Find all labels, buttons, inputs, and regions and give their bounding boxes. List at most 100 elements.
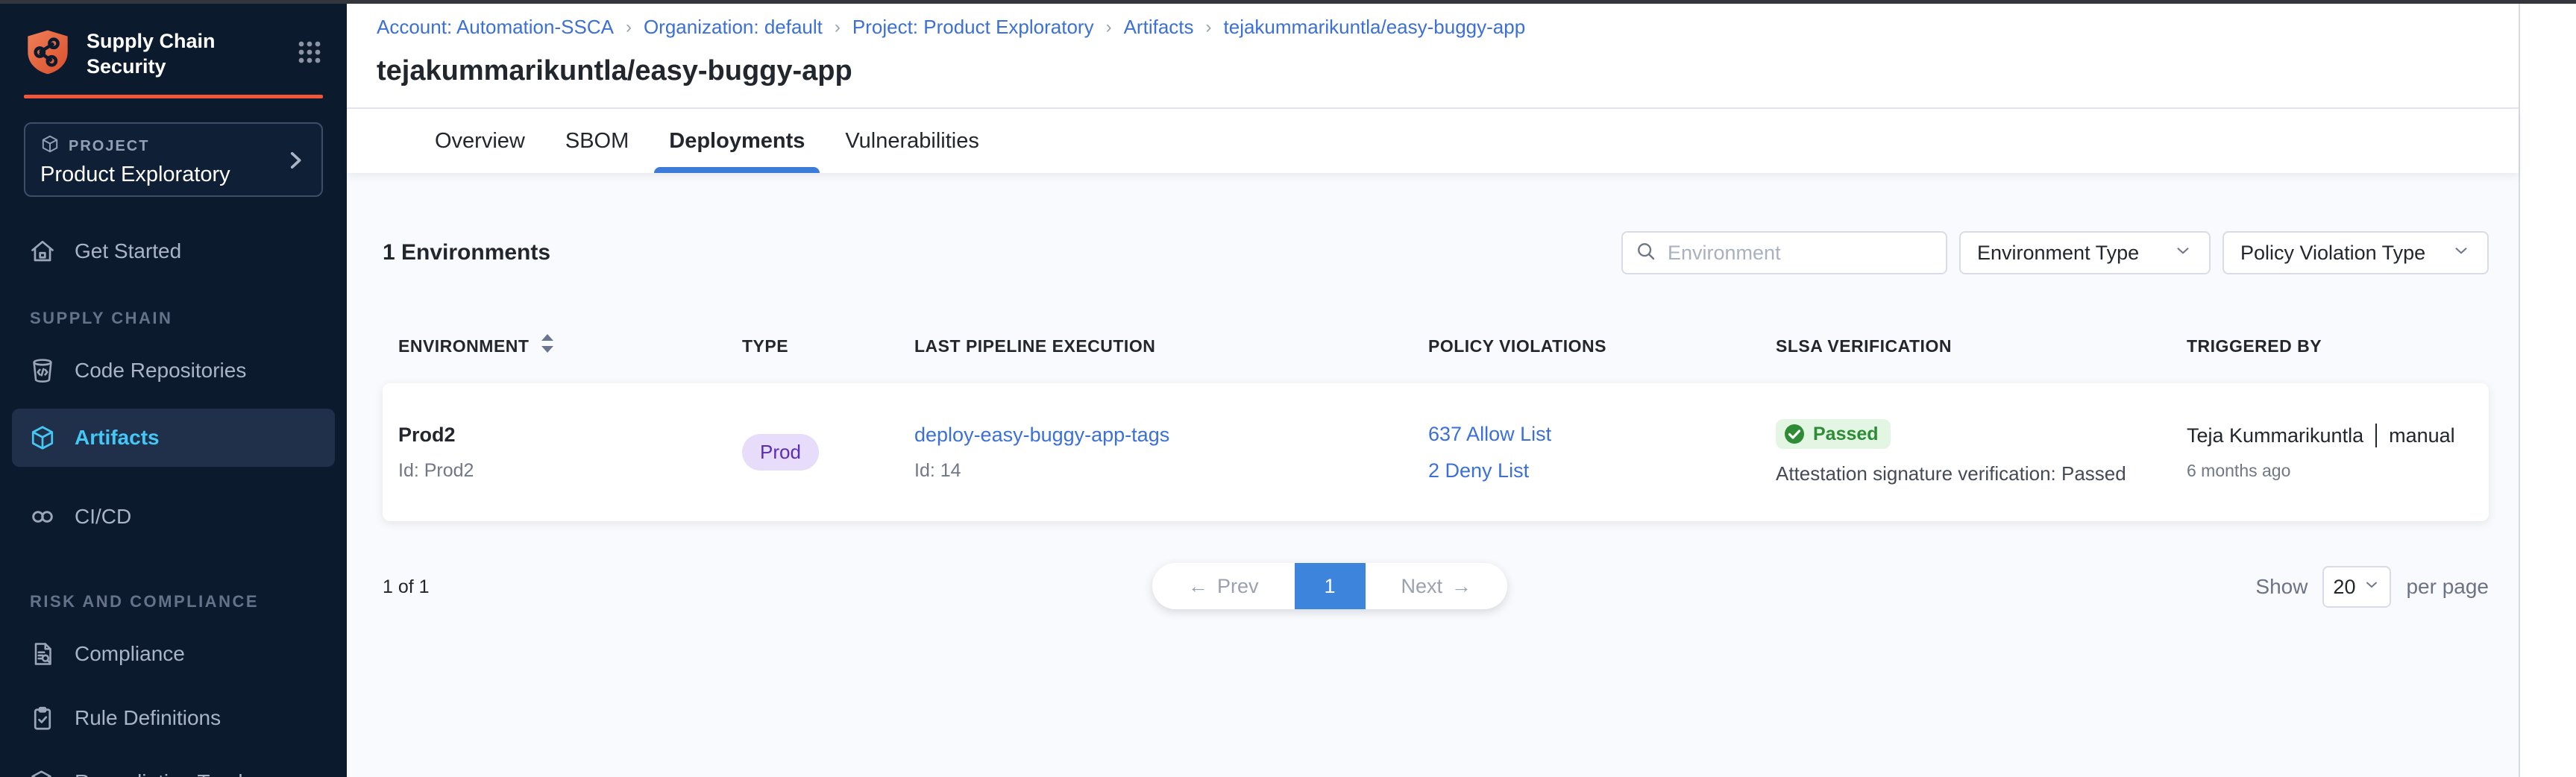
current-page-button[interactable]: 1	[1295, 563, 1366, 609]
chevron-down-icon	[2363, 576, 2381, 599]
app-root: Supply Chain Security PROJECT Product	[0, 4, 2576, 777]
show-label: Show	[2255, 575, 2308, 599]
breadcrumb-account[interactable]: Account: Automation-SSCA	[377, 16, 614, 39]
triggered-by-line: Teja Kummarikuntla manual	[2187, 424, 2489, 447]
type-cell: Prod	[742, 434, 914, 471]
project-cube-icon	[40, 134, 60, 158]
environment-name: Prod2	[398, 424, 742, 447]
right-side-strip	[2519, 4, 2576, 777]
environment-search-input[interactable]	[1668, 242, 1934, 265]
sidebar-item-get-started[interactable]: Get Started	[12, 228, 335, 274]
pipeline-cell: deploy-easy-buggy-app-tags Id: 14	[914, 424, 1428, 482]
sort-icon[interactable]	[539, 333, 556, 359]
deny-list-link[interactable]: 2 Deny List	[1428, 459, 1776, 482]
sidebar-item-label: Rule Definitions	[75, 706, 221, 730]
sidebar-section-risk-and-compliance: RISK AND COMPLIANCE	[30, 592, 335, 611]
sidebar-item-remediation-tracker[interactable]: Remediation Tracker	[12, 759, 335, 777]
trigger-type: manual	[2389, 424, 2455, 447]
environment-cell: Prod2 Id: Prod2	[398, 424, 742, 482]
toolbar: 1 Environments Environment Type	[383, 231, 2489, 274]
sidebar-item-rule-definitions[interactable]: Rule Definitions	[12, 695, 335, 741]
next-page-button[interactable]: Next →	[1366, 563, 1508, 609]
pagination-summary: 1 of 1	[383, 576, 430, 598]
sidebar-item-compliance[interactable]: Compliance	[12, 631, 335, 677]
prev-page-button[interactable]: ← Prev	[1152, 563, 1295, 609]
environment-id: Id: Prod2	[398, 460, 742, 482]
project-selector[interactable]: PROJECT Product Exploratory	[24, 122, 323, 197]
policy-violation-type-dropdown[interactable]: Policy Violation Type	[2222, 231, 2489, 274]
pagination-row: 1 of 1 ← Prev 1 Next → Show 20	[383, 563, 2489, 611]
app-switcher-grid-icon[interactable]	[296, 39, 323, 69]
infinity-icon	[28, 503, 57, 531]
slsa-status-label: Passed	[1813, 424, 1879, 445]
sidebar: Supply Chain Security PROJECT Product	[0, 4, 347, 777]
breadcrumb-artifacts[interactable]: Artifacts	[1124, 16, 1194, 39]
tab-deployments[interactable]: Deployments	[666, 109, 808, 173]
arrow-left-icon: ←	[1188, 575, 1208, 598]
breadcrumb-organization[interactable]: Organization: default	[644, 16, 823, 39]
breadcrumb: Account: Automation-SSCA › Organization:…	[377, 16, 2519, 39]
chevron-down-icon	[2451, 241, 2471, 265]
sidebar-item-cicd[interactable]: CI/CD	[12, 494, 335, 540]
check-circle-icon	[1783, 423, 1806, 445]
page-size-control: Show 20 per page	[2255, 566, 2489, 608]
toolbar-filters: Environment Type Policy Violation Type	[1621, 231, 2489, 274]
clipboard-check-icon	[28, 705, 57, 732]
sidebar-item-label: Remediation Tracker	[75, 770, 267, 777]
page-title: tejakummarikuntla/easy-buggy-app	[377, 55, 2519, 87]
sidebar-item-label: Compliance	[75, 642, 185, 666]
attestation-detail: Attestation signature verification: Pass…	[1776, 462, 2187, 485]
sidebar-item-label: Artifacts	[75, 426, 160, 450]
project-name: Product Exploratory	[40, 163, 307, 187]
environment-type-badge: Prod	[742, 434, 819, 471]
sidebar-logo-row: Supply Chain Security	[12, 4, 335, 80]
policy-violation-type-label: Policy Violation Type	[2240, 242, 2425, 265]
slsa-status-badge: Passed	[1776, 419, 1891, 449]
search-icon	[1635, 240, 1657, 266]
brand-accent-divider	[24, 95, 323, 98]
prev-label: Prev	[1217, 575, 1259, 598]
tab-sbom[interactable]: SBOM	[562, 109, 632, 173]
table-header-row: ENVIRONMENT TYPE LAST PIPELINE EXECUTION…	[383, 333, 2489, 359]
page-header: Account: Automation-SSCA › Organization:…	[347, 4, 2519, 109]
breadcrumb-current[interactable]: tejakummarikuntla/easy-buggy-app	[1224, 16, 1526, 39]
triggered-by-user: Teja Kummarikuntla	[2187, 424, 2363, 447]
policy-violations-cell: 637 Allow List 2 Deny List	[1428, 423, 1776, 482]
code-repository-icon	[28, 357, 57, 384]
environment-search-box[interactable]	[1621, 231, 1947, 274]
sidebar-item-label: Code Repositories	[75, 359, 246, 383]
divider	[2375, 424, 2377, 447]
tab-overview[interactable]: Overview	[432, 109, 528, 173]
next-label: Next	[1401, 575, 1442, 598]
table-row[interactable]: Prod2 Id: Prod2 Prod deploy-easy-buggy-a…	[383, 383, 2489, 521]
column-header-environment[interactable]: ENVIRONMENT	[398, 333, 742, 359]
breadcrumb-separator-icon: ›	[626, 17, 632, 38]
environment-type-dropdown[interactable]: Environment Type	[1959, 231, 2211, 274]
column-header-slsa-verification: SLSA VERIFICATION	[1776, 336, 2187, 356]
sidebar-item-code-repositories[interactable]: Code Repositories	[12, 347, 335, 394]
column-header-policy-violations: POLICY VIOLATIONS	[1428, 336, 1776, 356]
sidebar-section-supply-chain: SUPPLY CHAIN	[30, 309, 335, 328]
project-label-row: PROJECT	[40, 134, 307, 158]
sidebar-item-label: Get Started	[75, 239, 181, 263]
breadcrumb-separator-icon: ›	[1206, 17, 1212, 38]
triggered-by-cell: Teja Kummarikuntla manual 6 months ago	[2187, 424, 2489, 481]
project-chevron-right-icon[interactable]	[283, 148, 308, 177]
column-header-label: ENVIRONMENT	[398, 336, 529, 356]
tab-bar: Overview SBOM Deployments Vulnerabilitie…	[347, 109, 2519, 173]
environments-count-title: 1 Environments	[383, 240, 550, 265]
breadcrumb-separator-icon: ›	[1106, 17, 1112, 38]
breadcrumb-project[interactable]: Project: Product Exploratory	[852, 16, 1094, 39]
environment-type-label: Environment Type	[1977, 242, 2139, 265]
pipeline-id: Id: 14	[914, 460, 1428, 482]
tab-vulnerabilities[interactable]: Vulnerabilities	[842, 109, 981, 173]
pipeline-link[interactable]: deploy-easy-buggy-app-tags	[914, 424, 1428, 447]
sidebar-nav: Get Started SUPPLY CHAIN Code Repositori…	[12, 228, 335, 777]
sidebar-item-artifacts[interactable]: Artifacts	[12, 409, 335, 467]
column-header-triggered-by: TRIGGERED BY	[2187, 336, 2489, 356]
allow-list-link[interactable]: 637 Allow List	[1428, 423, 1776, 446]
artifacts-cube-icon	[28, 424, 57, 451]
page-size-select[interactable]: 20	[2322, 566, 2391, 608]
remediation-box-icon	[28, 769, 57, 777]
column-header-type: TYPE	[742, 336, 914, 356]
